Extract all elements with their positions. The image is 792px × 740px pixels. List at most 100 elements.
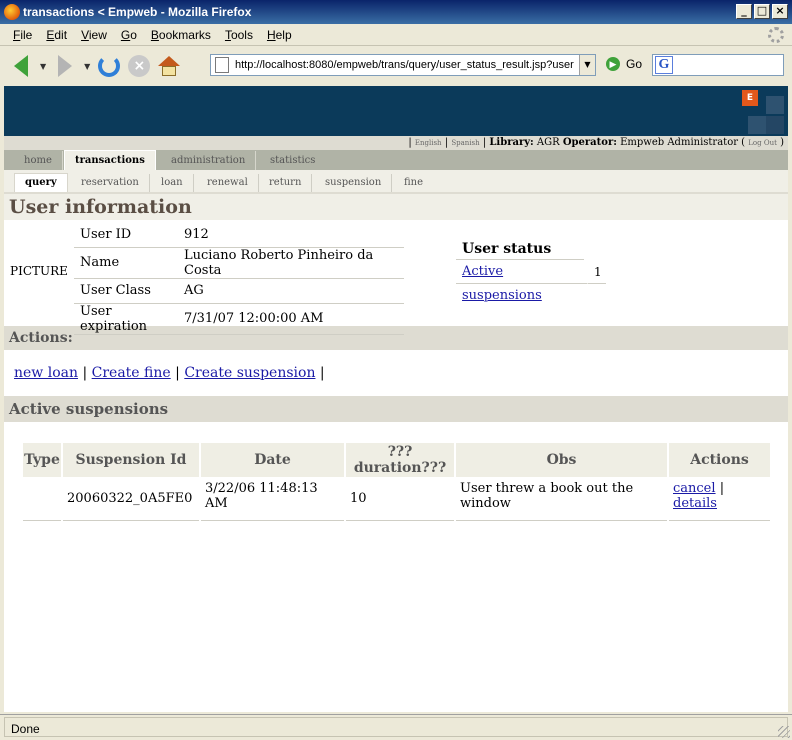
subtab-loan[interactable]: loan [151, 174, 194, 192]
operator-value: Empweb Administrator ( [620, 137, 746, 148]
go-label: Go [626, 57, 643, 71]
menu-edit[interactable]: Edit [39, 28, 74, 42]
forward-arrow-icon [58, 55, 73, 77]
back-history-dropdown-icon[interactable]: ▼ [40, 62, 46, 71]
user-picture-placeholder: PICTURE [10, 264, 68, 278]
minimize-button[interactable]: _ [736, 4, 752, 19]
tab-administration[interactable]: administration [161, 151, 257, 170]
cell-type [23, 477, 61, 521]
firefox-icon [4, 4, 20, 20]
resize-grip-icon[interactable] [778, 726, 790, 738]
logo-square-decoration [766, 96, 784, 114]
throbber-icon [768, 27, 784, 43]
cancel-suspension-link[interactable]: cancel [673, 481, 716, 496]
logout-link[interactable]: Log Out [748, 139, 777, 147]
empweb-logo-icon: E [742, 90, 758, 106]
user-info-bar: | English | Spanish | Library: AGR Opera… [4, 136, 788, 150]
close-button[interactable]: × [772, 4, 788, 19]
back-arrow-icon [14, 55, 28, 77]
stop-icon: × [128, 55, 151, 77]
back-button[interactable] [6, 51, 36, 81]
suspensions-table: Type Suspension Id Date ???duration??? O… [21, 443, 772, 521]
sub-tabs: query reservation loan renewal return su… [4, 170, 788, 194]
library-label: Library: [489, 137, 534, 148]
lang-english-link[interactable]: English [415, 139, 442, 147]
column-header-suspension-id: Suspension Id [63, 443, 199, 477]
window-titlebar: transactions < Empweb - Mozilla Firefox … [0, 0, 792, 24]
user-information-heading: User information [4, 194, 788, 220]
menu-view[interactable]: View [74, 28, 114, 42]
column-header-obs: Obs [456, 443, 667, 477]
user-information-panel: PICTURE User ID 912 Name Luciano Roberto… [4, 220, 788, 335]
field-label: User Class [74, 278, 178, 304]
column-header-type: Type [23, 443, 61, 477]
table-row: Name Luciano Roberto Pinheiro da Costa [74, 247, 404, 279]
menu-help[interactable]: Help [260, 28, 299, 42]
window-controls: _ □ × [736, 4, 788, 19]
user-status-box: User status Active suspensions 1 [456, 238, 606, 303]
tab-statistics[interactable]: statistics [260, 151, 325, 170]
subtab-renewal[interactable]: renewal [197, 174, 259, 192]
address-dropdown-icon[interactable]: ▼ [579, 55, 595, 75]
library-value: AGR [536, 137, 560, 148]
search-box[interactable]: G [652, 54, 784, 76]
field-value: Luciano Roberto Pinheiro da Costa [178, 247, 404, 279]
navigation-toolbar: ▼ ▼ × http://localhost:8080/empweb/trans… [0, 47, 792, 85]
tab-home[interactable]: home [14, 151, 63, 170]
menu-file[interactable]: File [6, 28, 39, 42]
operator-label: Operator: [562, 137, 617, 148]
address-bar[interactable]: http://localhost:8080/empweb/trans/query… [210, 54, 596, 76]
forward-button[interactable] [50, 51, 80, 81]
reload-button[interactable] [94, 51, 124, 81]
menu-go[interactable]: Go [114, 28, 144, 42]
lang-spanish-link[interactable]: Spanish [451, 139, 479, 147]
site-header-banner: E [4, 86, 788, 136]
home-button[interactable] [154, 51, 184, 81]
field-value: 7/31/07 12:00:00 AM [178, 303, 404, 335]
cell-suspension-id: 20060322_0A5FE0 [63, 477, 199, 521]
menu-bookmarks[interactable]: Bookmarks [144, 28, 218, 42]
cell-actions: cancel | details [669, 477, 770, 521]
tab-transactions[interactable]: transactions [64, 150, 156, 170]
menu-tools[interactable]: Tools [218, 28, 260, 42]
field-label: User expiration [74, 303, 178, 335]
subtab-fine[interactable]: fine [394, 174, 433, 192]
google-search-icon[interactable]: G [655, 56, 673, 74]
browser-status-bar: Done [0, 714, 792, 740]
action-links: new loan | Create fine | Create suspensi… [14, 365, 325, 381]
create-fine-link[interactable]: Create fine [92, 365, 171, 381]
page-icon [215, 57, 229, 73]
active-suspensions-count: 1 [588, 260, 606, 284]
table-row: User Class AG [74, 278, 404, 304]
new-loan-link[interactable]: new loan [14, 365, 78, 381]
field-value: AG [178, 278, 404, 304]
cell-obs: User threw a book out the window [456, 477, 667, 521]
user-status-title: User status [456, 238, 584, 260]
logo-square-decoration [766, 116, 784, 134]
cell-date: 3/22/06 11:48:13 AM [201, 477, 344, 521]
maximize-button[interactable]: □ [754, 4, 770, 19]
forward-history-dropdown-icon[interactable]: ▼ [84, 62, 90, 71]
logo-square-decoration [748, 116, 766, 134]
column-header-actions: Actions [669, 443, 770, 477]
home-icon [158, 56, 181, 76]
stop-button[interactable]: × [124, 51, 154, 81]
subtab-suspension[interactable]: suspension [315, 174, 393, 192]
page-content: E | English | Spanish | Library: AGR Ope… [4, 86, 788, 712]
suspension-details-link[interactable]: details [673, 496, 717, 511]
main-tabs: home transactions administration statist… [4, 150, 788, 170]
subtab-reservation[interactable]: reservation [71, 174, 150, 192]
status-text: Done [11, 722, 40, 736]
field-label: Name [74, 247, 178, 279]
address-input[interactable]: http://localhost:8080/empweb/trans/query… [235, 59, 579, 71]
cell-duration: 10 [346, 477, 454, 521]
user-details-table: User ID 912 Name Luciano Roberto Pinheir… [74, 222, 404, 335]
subtab-query[interactable]: query [14, 173, 68, 192]
table-row: 20060322_0A5FE0 3/22/06 11:48:13 AM 10 U… [23, 477, 770, 521]
user-status-row: Active suspensions 1 [456, 260, 606, 303]
create-suspension-link[interactable]: Create suspension [184, 365, 315, 381]
go-button[interactable]: ▶ Go [606, 57, 642, 71]
active-suspensions-link[interactable]: Active suspensions [462, 264, 542, 303]
window-title: transactions < Empweb - Mozilla Firefox [23, 5, 252, 19]
subtab-return[interactable]: return [259, 174, 313, 192]
